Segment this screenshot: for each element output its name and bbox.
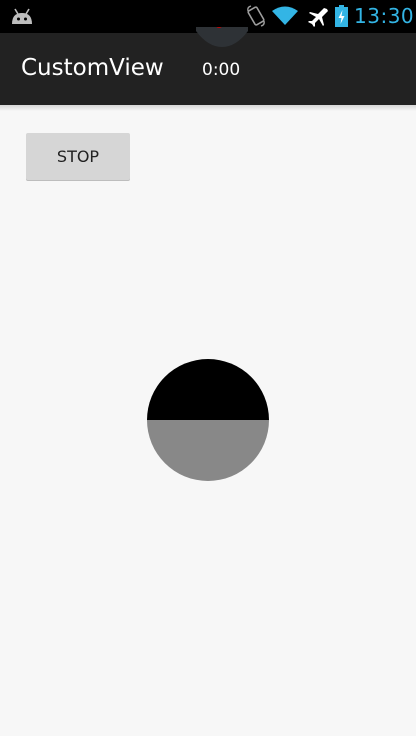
circle-filled-half [147,359,269,420]
overlay-ball-icon [196,27,248,47]
action-bar-shadow [0,105,416,111]
wifi-icon [272,6,298,25]
app-title: CustomView [21,55,164,81]
battery-charging-icon [335,5,348,27]
circle-empty-half [147,420,269,481]
screen-rotate-icon [247,5,265,27]
android-icon [12,8,32,24]
action-bar: CustomView 0:00 [0,27,416,105]
airplane-mode-icon [308,8,328,27]
timer-text: 0:00 [202,60,241,80]
stop-button[interactable]: STOP [26,133,130,180]
custom-circle-view [147,359,269,481]
status-clock: 13:30 [354,4,415,28]
